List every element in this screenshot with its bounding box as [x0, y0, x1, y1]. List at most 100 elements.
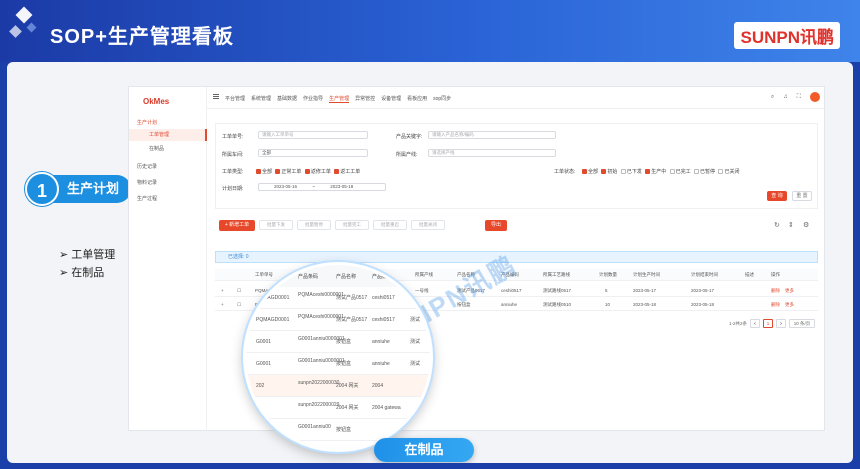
row-checkbox[interactable]: ☐: [237, 302, 241, 308]
expand-icon[interactable]: +: [221, 302, 224, 307]
cell: 5: [605, 288, 608, 293]
bell-icon[interactable]: ♫: [783, 94, 788, 100]
option-label: 已关闭: [724, 169, 740, 175]
sidebar-item-process[interactable]: 生产过程: [129, 193, 207, 205]
date-separator: ~: [312, 184, 315, 189]
delete-link[interactable]: 删除: [771, 288, 780, 294]
page-size-select[interactable]: 10 条/页: [789, 319, 816, 328]
checkbox[interactable]: [582, 169, 587, 175]
bullet-item: ➢ 工单管理: [59, 249, 116, 261]
mag-cell: 2004: [372, 383, 384, 389]
height-icon[interactable]: ⇕: [788, 221, 794, 229]
checkbox[interactable]: [275, 169, 281, 175]
sidebar-item-wip[interactable]: 在制品: [129, 143, 207, 155]
line-select[interactable]: 请选择产线: [428, 149, 556, 157]
expand-icon[interactable]: +: [221, 288, 224, 293]
reset-button[interactable]: 重 置: [792, 191, 812, 201]
cell: 2023-05-18: [633, 302, 657, 307]
mag-cell: PQMAceshi0000001: [298, 292, 344, 298]
col-header: 计划生产时间: [633, 272, 660, 277]
avatar[interactable]: [810, 92, 820, 102]
nav-item[interactable]: 设备管理: [381, 95, 401, 103]
mag-col-header: 产品编码: [372, 274, 393, 280]
menu-icon[interactable]: [213, 94, 219, 99]
sidebar-item-material[interactable]: 物料记录: [129, 177, 207, 189]
sidebar-item-plan[interactable]: 生产计划: [129, 117, 207, 129]
checkbox[interactable]: [256, 169, 261, 175]
nav-item[interactable]: sop同步: [433, 95, 451, 103]
mag-cell: sunpn2022000030: [298, 380, 340, 386]
batch-issue-button[interactable]: 批量下发: [259, 220, 293, 230]
date-label: 计划日期:: [222, 186, 244, 192]
batch-finish-button[interactable]: 批量完工: [335, 220, 369, 230]
product-kw-input[interactable]: 请输入产品名称/编码: [428, 131, 556, 139]
mag-cell: 2004 网关: [336, 383, 359, 389]
col-header: 描述: [745, 272, 754, 277]
nav-item[interactable]: 异常管控: [355, 95, 375, 103]
checkbox[interactable]: [694, 169, 700, 175]
col-header: 计划数量: [599, 272, 617, 277]
mag-cell: PQMAGD0001: [256, 295, 290, 301]
add-order-button[interactable]: + 新增工单: [219, 220, 255, 231]
batch-close-button[interactable]: 批量关闭: [411, 220, 445, 230]
mag-cell: G0001anniu00: [298, 424, 331, 430]
order-no-input[interactable]: 请输入工单单号: [258, 131, 368, 139]
mag-cell: 按钮盒: [336, 361, 352, 367]
search-button[interactable]: 查 询: [767, 191, 787, 201]
fullscreen-icon[interactable]: ⛶: [797, 94, 801, 101]
export-button[interactable]: 导出: [485, 220, 507, 231]
search-icon[interactable]: ⌕: [771, 94, 774, 101]
app-logo: OkMes: [143, 97, 170, 106]
mag-cell: 测试: [410, 339, 421, 345]
settings-icon[interactable]: ⚙: [803, 221, 809, 229]
nav-item[interactable]: 看板应用: [407, 95, 427, 103]
pager-prev[interactable]: <: [750, 319, 761, 328]
type-checkboxes: 全部 正常工单 返修工单 返工工单: [254, 168, 360, 175]
magnifier-header: 工单单号 产品条码 产品名称 产品编码: [246, 265, 430, 287]
pager-page[interactable]: 1: [763, 319, 774, 328]
nav-item[interactable]: 基础数据: [277, 95, 297, 103]
option-label: 全部: [588, 169, 599, 175]
checkbox[interactable]: [645, 169, 651, 175]
top-nav: 平台管理 系统管理 基础数据 作业指导 生产管理 异常管控 设备管理 看板应用 …: [207, 87, 826, 109]
status-checkboxes: 全部 初始 已下发 生产中 已完工 已暂停 已关闭: [580, 168, 739, 175]
refresh-icon[interactable]: ↻: [774, 221, 780, 229]
row-checkbox[interactable]: ☐: [237, 288, 241, 294]
nav-item-active[interactable]: 生产管理: [329, 95, 350, 103]
cell: 2023-05-17: [633, 288, 657, 293]
nav-item[interactable]: 作业指导: [303, 95, 323, 103]
checkbox[interactable]: [334, 169, 340, 175]
batch-resume-button[interactable]: 批量重启: [373, 220, 407, 230]
date-range[interactable]: 2023-05-16 ~ 2023-05-18: [258, 183, 386, 191]
pager-next[interactable]: >: [776, 319, 787, 328]
date-start: 2023-05-16: [274, 184, 298, 189]
checkbox[interactable]: [669, 169, 675, 175]
delete-link[interactable]: 删除: [771, 302, 780, 308]
cell: 测试路线0517: [543, 288, 572, 293]
date-end: 2023-05-18: [330, 184, 354, 189]
mag-col-header: 工单单号: [266, 274, 287, 280]
checkbox[interactable]: [620, 169, 626, 175]
cell: anniuhe: [501, 302, 518, 307]
table-toolbar: + 新增工单 批量下发 批量暂停 批量完工 批量重启 批量关闭 导出 ↻ ⇕ ⚙: [215, 217, 818, 235]
nav-item[interactable]: 系统管理: [251, 95, 271, 103]
checkbox[interactable]: [601, 169, 607, 175]
option-label: 已下发: [626, 169, 642, 175]
mag-cell: ceshi0517: [372, 317, 395, 323]
sidebar-item-history[interactable]: 历史记录: [129, 161, 207, 173]
cell: 2023-05-17: [691, 288, 715, 293]
mag-cell: G0001anniu0000001: [298, 336, 345, 342]
nav-item[interactable]: 平台管理: [225, 95, 245, 103]
mag-cell: G0001: [256, 339, 272, 345]
workshop-select[interactable]: 全部: [258, 149, 368, 157]
bullet-item: ➢ 在制品: [59, 267, 105, 279]
sidebar-item-orders[interactable]: 工单管理: [129, 129, 207, 141]
mag-col-header: 产品名称: [336, 274, 357, 280]
batch-pause-button[interactable]: 批量暂停: [297, 220, 331, 230]
checkbox[interactable]: [304, 169, 310, 175]
mag-cell: 2004 网关: [336, 405, 359, 411]
mag-cell: anniuhe: [372, 361, 390, 367]
more-link[interactable]: 更多: [785, 288, 794, 294]
more-link[interactable]: 更多: [785, 302, 794, 308]
checkbox[interactable]: [718, 169, 724, 175]
